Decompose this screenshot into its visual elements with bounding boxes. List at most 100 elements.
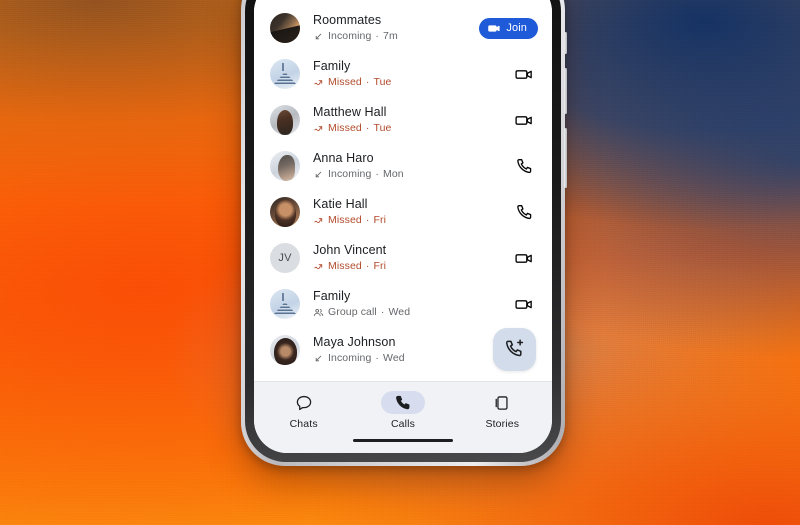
phone-mute-switch[interactable] [564,32,567,54]
tab-stories[interactable]: Stories [453,391,552,430]
call-status-text: Incoming [328,352,372,364]
call-status-text: Missed [328,260,362,272]
incoming-arrow-icon [313,353,324,364]
call-status-text: Incoming [328,168,372,180]
call-status-line: Missed · Fri [313,259,503,273]
chat-bubble-icon [282,391,326,414]
call-row-action: Join [479,17,538,39]
call-list-item[interactable]: Family Group call · Wed [254,281,552,327]
call-status-separator: · [375,352,380,364]
call-contact-name: Roommates [313,13,382,27]
tab-calls[interactable]: Calls [353,391,452,430]
call-timestamp: Tue [373,122,392,134]
video-camera-icon [515,249,534,268]
call-status-separator: · [365,76,370,88]
missed-call-icon [313,215,324,226]
phone-plus-icon [504,338,525,362]
call-list-item[interactable]: Family Missed · Tue [254,51,552,97]
stories-card-icon [480,391,524,414]
call-status-text: Missed [328,122,362,134]
call-item-text: Family Group call · Wed [313,289,503,319]
sunset-photo-avatar[interactable] [270,13,300,43]
voice-call-button[interactable] [511,201,538,224]
phone-bezel: Roommates Incoming · 7m Join Family Missed · Tue… [245,0,561,462]
call-status-text: Incoming [328,30,372,42]
call-timestamp: Wed [383,352,405,364]
video-call-button[interactable] [511,63,538,86]
call-list-item[interactable]: Matthew Hall Missed · Tue [254,97,552,143]
video-camera-icon [488,22,501,35]
call-list-item[interactable]: Katie Hall Missed · Fri [254,189,552,235]
incoming-arrow-icon [313,31,324,42]
video-call-button[interactable] [511,293,538,316]
man-portrait-avatar[interactable] [270,105,300,135]
call-status-separator: · [375,168,380,180]
phone-volume-button[interactable] [564,68,567,114]
call-contact-name: Matthew Hall [313,105,387,119]
call-contact-name: Katie Hall [313,197,368,211]
call-item-text: Roommates Incoming · 7m [313,13,471,43]
video-camera-icon [515,295,534,314]
new-call-button[interactable] [493,328,536,371]
call-item-text: Matthew Hall Missed · Tue [313,105,503,135]
call-row-action [511,293,538,316]
phone-device-frame: Roommates Incoming · 7m Join Family Missed · Tue… [241,0,567,466]
call-item-text: John Vincent Missed · Fri [313,243,503,273]
call-status-separator: · [365,260,370,272]
initials-avatar[interactable]: JV [270,243,300,273]
call-item-text: Katie Hall Missed · Fri [313,197,503,227]
call-contact-name: Family [313,289,351,303]
video-call-button[interactable] [511,247,538,270]
video-camera-icon [515,111,534,130]
call-status-text: Group call [328,306,377,318]
tab-label: Chats [289,418,318,430]
call-item-text: Family Missed · Tue [313,59,503,89]
missed-call-icon [313,261,324,272]
woman3-portrait-avatar[interactable] [270,335,300,365]
video-call-button[interactable] [511,109,538,132]
phone-power-button[interactable] [564,128,567,188]
tab-chats[interactable]: Chats [254,391,353,430]
call-timestamp: Fri [373,260,387,272]
phone-handset-icon [515,203,534,222]
woman2-portrait-avatar[interactable] [270,197,300,227]
house-illustration-avatar[interactable] [270,289,300,319]
call-list-item[interactable]: Roommates Incoming · 7m Join [254,5,552,51]
call-status-separator: · [380,306,385,318]
missed-call-icon [313,123,324,134]
woman-portrait-avatar[interactable] [270,151,300,181]
call-history-list[interactable]: Roommates Incoming · 7m Join Family Missed · Tue… [254,0,552,381]
incoming-arrow-icon [313,169,324,180]
call-row-action [511,63,538,86]
call-row-action [511,109,538,132]
join-call-button[interactable]: Join [479,17,538,39]
phone-handset-icon [380,391,425,414]
call-status-line: Missed · Fri [313,213,503,227]
call-status-line: Incoming · 7m [313,29,471,43]
missed-call-icon [313,77,324,88]
call-list-item[interactable]: Anna Haro Incoming · Mon [254,143,552,189]
home-indicator[interactable] [353,438,453,442]
tab-label: Stories [485,418,520,430]
call-status-separator: · [365,122,370,134]
phone-screen: Roommates Incoming · 7m Join Family Missed · Tue… [254,0,552,453]
call-timestamp: Wed [388,306,411,318]
phone-handset-icon [515,157,534,176]
join-button-label: Join [506,22,527,34]
house-illustration-avatar[interactable] [270,59,300,89]
avatar-initials: JV [278,252,292,264]
call-timestamp: Tue [373,76,392,88]
bottom-tab-bar[interactable]: Chats Calls Stories [254,381,552,453]
group-people-icon [313,307,324,318]
call-contact-name: Anna Haro [313,151,374,165]
tab-label: Calls [390,418,416,430]
call-status-line: Group call · Wed [313,305,503,319]
call-status-line: Missed · Tue [313,121,503,135]
voice-call-button[interactable] [511,155,538,178]
call-timestamp: Mon [383,168,404,180]
call-status-line: Missed · Tue [313,75,503,89]
call-status-line: Incoming · Mon [313,167,503,181]
call-row-action [511,247,538,270]
call-status-separator: · [365,214,370,226]
call-list-item[interactable]: JV John Vincent Missed · Fri [254,235,552,281]
